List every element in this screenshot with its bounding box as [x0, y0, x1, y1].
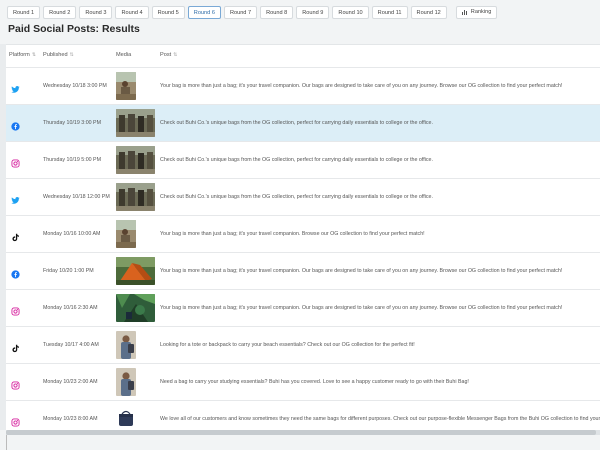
instagram-icon	[11, 377, 20, 390]
table-row[interactable]: Monday 10/16 2:30 AM Your bag is more tha…	[6, 290, 600, 327]
bottom-area	[0, 435, 600, 450]
column-header-media: Media	[116, 52, 132, 58]
media-thumbnail[interactable]	[116, 72, 136, 100]
round-tabs: Round 1 Round 2 Round 3 Round 4 Round 5 Round…	[0, 4, 600, 20]
published-date: Wednesday 10/18 12:00 PM	[43, 194, 110, 200]
post-text: Your bag is more than just a bag; it's y…	[160, 231, 425, 237]
post-text: Need a bag to carry your studying essent…	[160, 379, 469, 385]
sort-icon: ⇅	[69, 52, 74, 58]
published-date: Monday 10/23 8:00 AM	[43, 416, 98, 422]
published-date: Thursday 10/19 3:00 PM	[43, 120, 102, 126]
media-thumbnail[interactable]	[116, 294, 155, 322]
published-date: Monday 10/16 10:00 AM	[43, 231, 101, 237]
published-date: Wednesday 10/18 3:00 PM	[43, 83, 107, 89]
tab-round-4[interactable]: Round 4	[115, 5, 149, 19]
instagram-icon	[11, 155, 20, 168]
table-row[interactable]: Tuesday 10/17 4:00 AM Looking for a tote …	[6, 327, 600, 364]
twitter-icon	[11, 192, 20, 204]
tab-round-6[interactable]: Round 6	[187, 5, 221, 19]
tab-round-5[interactable]: Round 5	[151, 5, 185, 19]
post-text: Your bag is more than just a bag; it's y…	[160, 305, 563, 311]
table-row[interactable]: Wednesday 10/18 3:00 PM Your bag is more …	[6, 68, 600, 105]
post-text: Your bag is more than just a bag; it's y…	[160, 268, 563, 274]
table-row[interactable]: Friday 10/20 1:00 PM Your bag is more tha…	[6, 253, 600, 290]
published-date: Monday 10/16 2:30 AM	[43, 305, 98, 311]
media-thumbnail[interactable]	[116, 331, 136, 359]
facebook-icon	[11, 118, 20, 131]
tab-round-1[interactable]: Round 1	[7, 5, 41, 19]
ranking-button[interactable]: Ranking	[455, 5, 498, 19]
twitter-icon	[11, 81, 20, 93]
divider	[6, 435, 7, 450]
media-thumbnail[interactable]	[116, 220, 136, 248]
post-text: Your bag is more than just a bag; it's y…	[160, 83, 563, 89]
media-thumbnail[interactable]	[116, 368, 136, 396]
post-text: Looking for a tote or backpack to carry …	[160, 342, 415, 348]
results-table: Platform ⇅ Published ⇅ Media Post ⇅ Wednesd…	[6, 44, 600, 431]
tab-round-10[interactable]: Round 10	[332, 5, 369, 19]
table-row[interactable]: Monday 10/16 10:00 AM Your bag is more th…	[6, 216, 600, 253]
media-thumbnail[interactable]	[116, 405, 136, 431]
instagram-icon	[11, 303, 20, 316]
media-thumbnail[interactable]	[116, 183, 155, 211]
sort-icon: ⇅	[173, 52, 178, 58]
tab-round-2[interactable]: Round 2	[43, 5, 77, 19]
post-text: We love all of our customers and know so…	[160, 416, 600, 422]
table-header: Platform ⇅ Published ⇅ Media Post ⇅	[6, 45, 600, 68]
tab-round-8[interactable]: Round 8	[260, 5, 294, 19]
post-text: Check out Buhi Co.'s unique bags from th…	[160, 194, 433, 200]
sort-icon: ⇅	[31, 52, 37, 58]
table-body: Wednesday 10/18 3:00 PM Your bag is more …	[6, 68, 600, 431]
media-thumbnail[interactable]	[116, 257, 155, 285]
column-header-post[interactable]: Post ⇅	[160, 52, 177, 58]
published-date: Friday 10/20 1:00 PM	[43, 268, 94, 274]
column-header-platform[interactable]: Platform ⇅	[9, 52, 36, 58]
instagram-icon	[11, 414, 20, 427]
table-row[interactable]: Thursday 10/19 5:00 PM Check out Buhi Co.…	[6, 142, 600, 179]
facebook-icon	[11, 266, 20, 279]
published-date: Tuesday 10/17 4:00 AM	[43, 342, 99, 348]
tab-round-11[interactable]: Round 11	[371, 5, 408, 19]
bar-chart-icon	[461, 9, 469, 15]
media-thumbnail[interactable]	[116, 109, 155, 137]
table-row[interactable]: Thursday 10/19 3:00 PM Check out Buhi Co.…	[6, 105, 600, 142]
column-header-published[interactable]: Published ⇅	[43, 52, 74, 58]
post-text: Check out Buhi Co.'s unique bags from th…	[160, 157, 433, 163]
published-date: Monday 10/23 2:00 AM	[43, 379, 98, 385]
table-row[interactable]: Monday 10/23 8:00 AM We love all of our c…	[6, 401, 600, 431]
table-row[interactable]: Monday 10/23 2:00 AM Need a bag to carry …	[6, 364, 600, 401]
tab-round-9[interactable]: Round 9	[296, 5, 330, 19]
page-title: Paid Social Posts: Results	[8, 23, 140, 35]
media-thumbnail[interactable]	[116, 146, 155, 174]
post-text: Check out Buhi Co.'s unique bags from th…	[160, 120, 433, 126]
published-date: Thursday 10/19 5:00 PM	[43, 157, 102, 163]
tiktok-icon	[11, 229, 20, 242]
table-row[interactable]: Wednesday 10/18 12:00 PM Check out Buhi C…	[6, 179, 600, 216]
tiktok-icon	[11, 340, 20, 353]
tab-round-3[interactable]: Round 3	[79, 5, 113, 19]
tab-round-7[interactable]: Round 7	[223, 5, 258, 19]
tab-round-12[interactable]: Round 12	[410, 5, 447, 19]
